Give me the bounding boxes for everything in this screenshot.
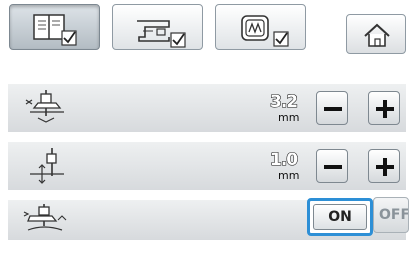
stitch-width-row: 3.2 mm [8, 84, 406, 132]
tab-utility-stitch[interactable] [9, 4, 100, 50]
stitch-length-increase-button[interactable] [368, 149, 400, 183]
home-button[interactable] [346, 14, 406, 54]
tab-sewing-settings[interactable] [112, 4, 203, 50]
presser-foot-pivot-icon [23, 204, 67, 231]
sewing-machine-icon [137, 20, 186, 48]
pivot-on-label: ON [313, 204, 367, 230]
stitch-length-row: 1.0 mm [8, 142, 406, 190]
pivot-on-button[interactable]: ON [307, 198, 373, 236]
plus-icon [376, 158, 394, 176]
presser-foot-width-icon [25, 90, 64, 123]
pivot-off-button[interactable]: OFF [373, 197, 409, 233]
stitch-width-decrease-button[interactable] [316, 91, 348, 125]
home-icon [364, 23, 390, 47]
stitch-width-increase-button[interactable] [368, 91, 400, 125]
minus-icon [324, 107, 342, 111]
stitch-length-value: 1.0 [269, 150, 298, 170]
plus-icon [376, 100, 394, 118]
utility-stitch-book-icon [33, 14, 77, 46]
minus-icon [324, 165, 342, 169]
stitch-width-value: 3.2 [269, 92, 298, 112]
stitch-width-unit: mm [278, 111, 300, 124]
presser-foot-length-icon [30, 148, 64, 184]
embroidery-frame-icon [241, 15, 289, 47]
stitch-length-decrease-button[interactable] [316, 149, 348, 183]
tab-embroidery-settings[interactable] [215, 4, 306, 50]
stitch-length-unit: mm [278, 169, 300, 182]
